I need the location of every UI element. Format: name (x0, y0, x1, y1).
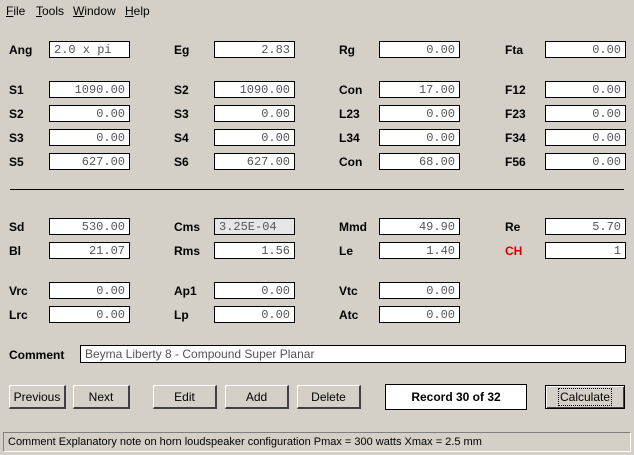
label-le: Le (339, 244, 354, 258)
mmd-field[interactable]: 49.90 (379, 218, 460, 235)
fta-field[interactable]: 0.00 (545, 41, 626, 58)
label-l23: L23 (339, 107, 360, 121)
label-s3b: S3 (174, 107, 189, 121)
lrc-field[interactable]: 0.00 (49, 306, 130, 323)
delete-button-label: Delete (311, 390, 346, 404)
s3b-field[interactable]: 0.00 (214, 105, 295, 122)
menu-help[interactable]: Help (125, 4, 150, 18)
rms-field[interactable]: 1.56 (214, 242, 295, 259)
label-s5: S5 (9, 155, 24, 169)
s1-field[interactable]: 1090.00 (49, 81, 130, 98)
record-indicator: Record 30 of 32 (385, 384, 527, 410)
label-s4: S4 (174, 131, 189, 145)
previous-button[interactable]: Previous (9, 385, 66, 409)
label-s3: S3 (9, 131, 24, 145)
label-mmd: Mmd (339, 220, 367, 234)
re-field[interactable]: 5.70 (545, 218, 626, 235)
ap1-field[interactable]: 0.00 (214, 282, 295, 299)
menu-window[interactable]: Window (73, 4, 116, 18)
s6-field[interactable]: 627.00 (214, 153, 295, 170)
bl-field[interactable]: 21.07 (49, 242, 130, 259)
l34-field[interactable]: 0.00 (379, 129, 460, 146)
edit-button-label: Edit (174, 390, 195, 404)
label-ang: Ang (9, 43, 33, 57)
status-bar: Comment Explanatory note on horn loudspe… (3, 432, 631, 452)
s3-field[interactable]: 0.00 (49, 129, 130, 146)
label-l34: L34 (339, 131, 360, 145)
l23-field[interactable]: 0.00 (379, 105, 460, 122)
menu-tools[interactable]: Tools (36, 4, 64, 18)
vrc-field[interactable]: 0.00 (49, 282, 130, 299)
calculate-button[interactable]: Calculate (545, 385, 625, 409)
section-divider (10, 189, 624, 190)
label-rms: Rms (174, 244, 201, 258)
s2b-field[interactable]: 1090.00 (214, 81, 295, 98)
f34-field[interactable]: 0.00 (545, 129, 626, 146)
previous-button-label: Previous (13, 390, 61, 404)
s5-field[interactable]: 627.00 (49, 153, 130, 170)
label-atc: Atc (339, 308, 359, 322)
label-vtc: Vtc (339, 284, 358, 298)
rg-field[interactable]: 0.00 (379, 41, 460, 58)
add-button-label: Add (245, 390, 268, 404)
menu-bar: File Tools Window Help (0, 0, 634, 22)
ch-field[interactable]: 1 (545, 242, 626, 259)
ang-field[interactable]: 2.0 x pi (49, 41, 130, 58)
add-button[interactable]: Add (225, 385, 289, 409)
calculate-button-label: Calculate (557, 388, 613, 406)
label-sd: Sd (9, 220, 25, 234)
label-s2: S2 (9, 107, 24, 121)
label-fta: Fta (505, 43, 523, 57)
eg-field[interactable]: 2.83 (214, 41, 295, 58)
label-eg: Eg (174, 43, 190, 57)
s4-field[interactable]: 0.00 (214, 129, 295, 146)
label-s2b: S2 (174, 83, 189, 97)
con2-field[interactable]: 68.00 (379, 153, 460, 170)
label-f56: F56 (505, 155, 526, 169)
label-vrc: Vrc (9, 284, 28, 298)
label-f34: F34 (505, 131, 526, 145)
label-comment: Comment (9, 348, 65, 362)
comment-field[interactable]: Beyma Liberty 8 - Compound Super Planar (80, 345, 626, 363)
lp-field[interactable]: 0.00 (214, 306, 295, 323)
label-con2: Con (339, 155, 363, 169)
label-re: Re (505, 220, 521, 234)
f12-field[interactable]: 0.00 (545, 81, 626, 98)
f23-field[interactable]: 0.00 (545, 105, 626, 122)
delete-button[interactable]: Delete (297, 385, 361, 409)
label-cms: Cms (174, 220, 201, 234)
label-lrc: Lrc (9, 308, 28, 322)
label-ap1: Ap1 (174, 284, 197, 298)
label-ch: CH (505, 244, 523, 258)
next-button-label: Next (88, 390, 114, 404)
cms-field[interactable]: 3.25E-04 (214, 218, 295, 235)
edit-button[interactable]: Edit (153, 385, 217, 409)
label-lp: Lp (174, 308, 189, 322)
label-f23: F23 (505, 107, 526, 121)
f56-field[interactable]: 0.00 (545, 153, 626, 170)
s2-field[interactable]: 0.00 (49, 105, 130, 122)
label-con1: Con (339, 83, 363, 97)
sd-field[interactable]: 530.00 (49, 218, 130, 235)
next-button[interactable]: Next (73, 385, 130, 409)
menu-file[interactable]: File (6, 4, 25, 18)
label-s1: S1 (9, 83, 24, 97)
label-bl: Bl (9, 244, 21, 258)
label-s6: S6 (174, 155, 189, 169)
vtc-field[interactable]: 0.00 (379, 282, 460, 299)
con1-field[interactable]: 17.00 (379, 81, 460, 98)
atc-field[interactable]: 0.00 (379, 306, 460, 323)
label-rg: Rg (339, 43, 355, 57)
le-field[interactable]: 1.40 (379, 242, 460, 259)
label-f12: F12 (505, 83, 526, 97)
